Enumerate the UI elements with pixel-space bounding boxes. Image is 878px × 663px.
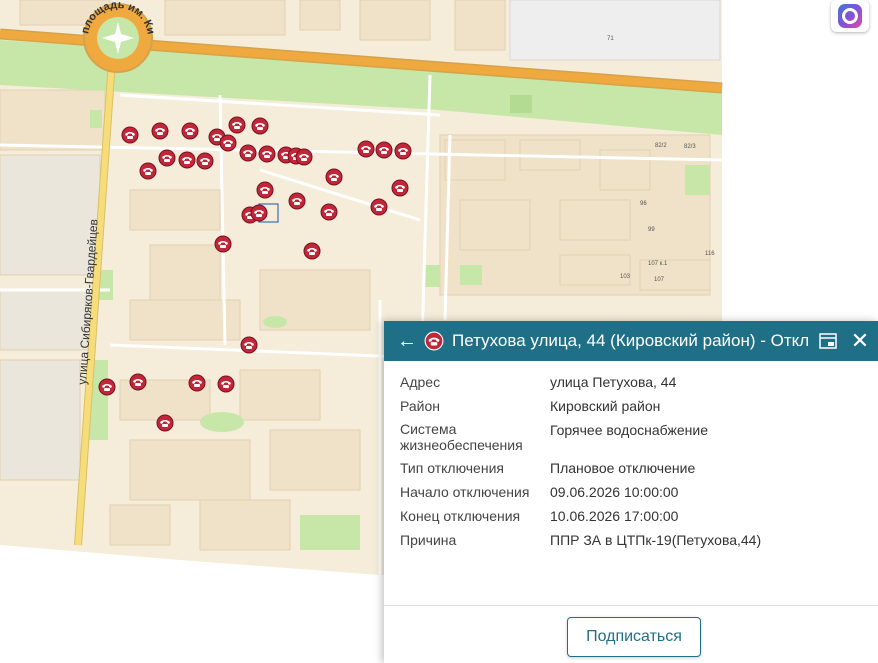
popup-divider (384, 605, 878, 606)
building-number: 96 (640, 201, 647, 207)
outage-marker[interactable] (320, 203, 338, 221)
outage-marker[interactable] (251, 117, 269, 135)
detail-row-address: Адрес улица Петухова, 44 (400, 373, 878, 391)
outage-marker[interactable] (188, 374, 206, 392)
outage-marker[interactable] (375, 141, 393, 159)
popup-details: Адрес улица Петухова, 44 Район Кировский… (384, 361, 878, 549)
detail-row-end: Конец отключения 10.06.2026 17:00:00 (400, 507, 878, 525)
detail-row-type: Тип отключения Плановое отключение (400, 459, 878, 477)
popup-header: ← Петухова улица, 44 (Кировский район) -… (384, 321, 878, 361)
outage-marker[interactable] (151, 122, 169, 140)
building-number: 82/2 (655, 143, 667, 149)
detail-label: Тип отключения (400, 460, 504, 476)
detail-label: Начало отключения (400, 484, 530, 500)
detail-row-start: Начало отключения 09.06.2026 10:00:00 (400, 483, 878, 501)
building-number: 107 (654, 277, 665, 283)
outage-marker[interactable] (394, 142, 412, 160)
building-number: 82/3 (684, 144, 696, 150)
outage-marker[interactable] (228, 116, 246, 134)
detail-label: Конец отключения (400, 508, 521, 524)
detail-row-reason: Причина ППР ЗА в ЦТПк-19(Петухова,44) (400, 531, 878, 549)
outage-phone-icon (424, 331, 444, 351)
detail-value: Плановое отключение (550, 460, 696, 476)
outage-marker[interactable] (219, 134, 237, 152)
building-number: 71 (607, 36, 614, 42)
outage-marker[interactable] (217, 375, 235, 393)
detail-value: 10.06.2026 17:00:00 (550, 508, 679, 524)
detail-value: улица Петухова, 44 (550, 374, 677, 390)
building-number: 116 (705, 251, 715, 257)
building-number: 103 (620, 274, 631, 280)
outage-marker[interactable] (156, 414, 174, 432)
detail-row-district: Район Кировский район (400, 397, 878, 415)
building-number: 107 к.1 (648, 261, 668, 267)
detail-value: 09.06.2026 10:00:00 (550, 484, 679, 500)
outage-marker[interactable] (240, 336, 258, 354)
outage-marker[interactable] (196, 152, 214, 170)
outage-marker[interactable] (181, 122, 199, 140)
close-icon[interactable]: ✕ (844, 321, 876, 361)
outage-marker[interactable] (357, 140, 375, 158)
outage-marker[interactable] (98, 378, 116, 396)
app-logo-icon[interactable] (831, 0, 869, 32)
detail-value: ППР ЗА в ЦТПк-19(Петухова,44) (550, 532, 762, 548)
outage-marker[interactable] (258, 145, 276, 163)
outage-marker[interactable] (239, 144, 257, 162)
outage-marker[interactable] (121, 126, 139, 144)
outage-marker[interactable] (303, 242, 321, 260)
app-logo-ring (838, 4, 862, 28)
outage-marker[interactable] (256, 181, 274, 199)
outage-marker[interactable] (178, 151, 196, 169)
outage-marker[interactable] (325, 168, 343, 186)
detail-value: Кировский район (550, 398, 661, 414)
outage-marker[interactable] (295, 148, 313, 166)
outage-marker[interactable] (391, 179, 409, 197)
detail-value: Горячее водоснабжение (550, 422, 708, 438)
detail-label: Район (400, 398, 440, 414)
outage-marker[interactable] (129, 373, 147, 391)
detail-label: Причина (400, 532, 457, 548)
dock-icon[interactable] (812, 321, 844, 361)
outage-marker[interactable] (250, 204, 268, 222)
detail-row-system: Система жизнеобеспечения Горячее водосна… (400, 421, 878, 453)
building-number: 99 (648, 227, 655, 233)
detail-label: Система жизнеобеспечения (400, 421, 523, 453)
outage-marker[interactable] (158, 149, 176, 167)
outage-marker[interactable] (139, 162, 157, 180)
outage-marker[interactable] (370, 198, 388, 216)
detail-label: Адрес (400, 374, 441, 390)
outage-marker[interactable] (288, 192, 306, 210)
subscribe-button[interactable]: Подписаться (567, 617, 701, 657)
outage-info-popup: ← Петухова улица, 44 (Кировский район) -… (384, 321, 878, 663)
back-arrow-icon[interactable]: ← (392, 321, 422, 361)
outage-marker[interactable] (214, 235, 232, 253)
